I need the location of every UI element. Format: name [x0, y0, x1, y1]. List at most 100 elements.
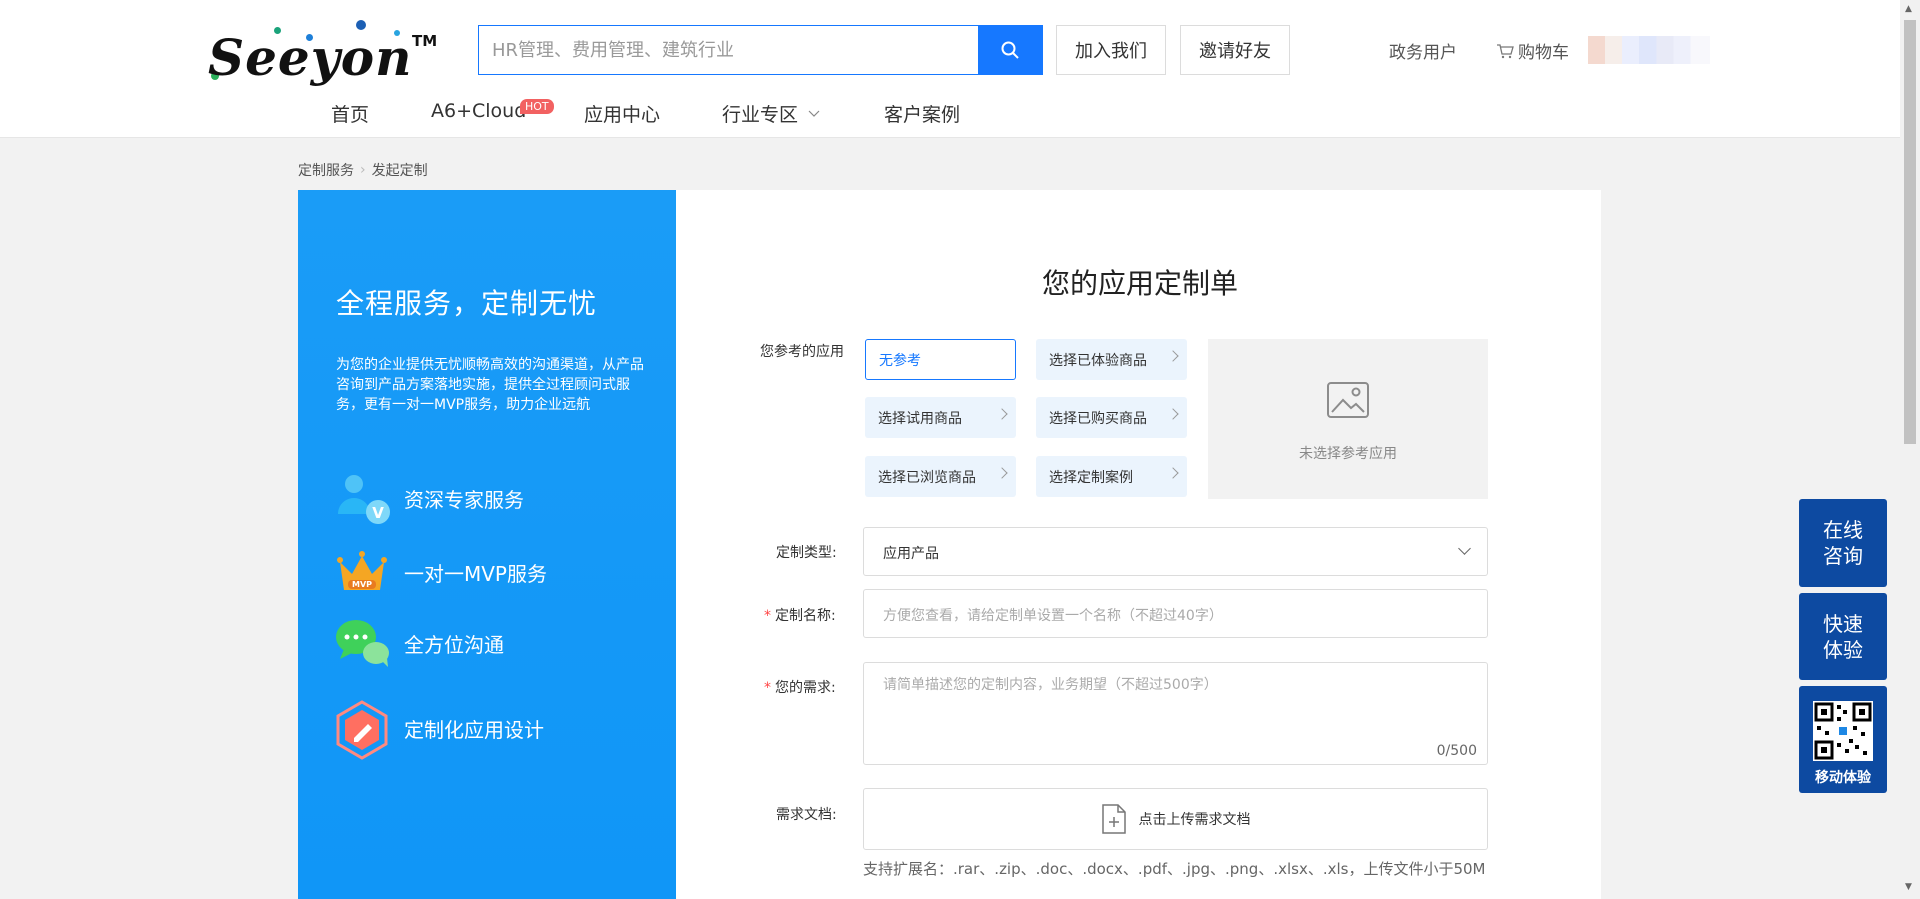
svg-text:V: V [372, 504, 384, 522]
required-mark: * [764, 680, 771, 696]
feature-mvp: MVP 一对一MVP服务 [334, 544, 547, 600]
gov-user-label: 政务用户 [1389, 43, 1457, 63]
chat-bubbles-icon [334, 615, 390, 671]
feature-expert: V 资深专家服务 [334, 470, 524, 526]
preview-empty-text: 未选择参考应用 [1299, 446, 1397, 462]
form-title: 您的应用定制单 [1042, 267, 1239, 300]
ref-option-purchased-label: 选择已购买商品 [1049, 410, 1147, 427]
ref-option-none[interactable]: 无参考 [865, 339, 1016, 380]
crown-mvp-icon: MVP [334, 544, 390, 600]
chevron-right-icon: › [360, 162, 366, 178]
image-placeholder-icon [1327, 382, 1369, 418]
type-select[interactable]: 应用产品 [863, 527, 1488, 576]
need-textarea-placeholder: 请简单描述您的定制内容，业务期望（不超过500字） [883, 677, 1218, 693]
service-intro-panel: 全程服务，定制无忧 为您的企业提供无忧顺畅高效的沟通渠道，从产品咨询到产品方案落… [298, 190, 676, 899]
ref-option-trial-label: 选择试用商品 [878, 410, 962, 427]
ref-option-cases[interactable]: 选择定制案例 [1036, 456, 1187, 497]
name-input[interactable]: 方便您查看，请给定制单设置一个名称（不超过40字） [863, 589, 1488, 638]
invite-friends-button[interactable]: 邀请好友 [1180, 25, 1290, 75]
doc-label: 需求文档: [776, 807, 837, 823]
design-hexagon-icon [334, 700, 390, 760]
ref-option-purchased[interactable]: 选择已购买商品 [1036, 397, 1187, 438]
chevron-right-icon [1167, 350, 1179, 362]
feature-design: 定制化应用设计 [334, 700, 544, 760]
search-button[interactable] [978, 26, 1042, 74]
chevron-down-icon [1458, 542, 1471, 555]
hot-badge: HOT [520, 99, 554, 114]
upload-doc-area[interactable]: 点击上传需求文档 [863, 788, 1488, 850]
type-label: 定制类型: [776, 545, 837, 561]
breadcrumb-custom-service[interactable]: 定制服务 [298, 160, 354, 180]
required-mark: * [764, 608, 771, 624]
join-us-button[interactable]: 加入我们 [1056, 25, 1166, 75]
ref-option-browsed-label: 选择已浏览商品 [878, 469, 976, 486]
ref-app-label: 您参考的应用 [760, 344, 844, 360]
feature-mvp-label: 一对一MVP服务 [404, 561, 547, 586]
cart-icon [1497, 43, 1514, 58]
upload-doc-text: 点击上传需求文档 [1138, 812, 1251, 828]
logo-trademark: TM [412, 32, 438, 50]
feature-expert-label: 资深专家服务 [404, 487, 524, 512]
ref-option-experienced[interactable]: 选择已体验商品 [1036, 339, 1187, 380]
scrollbar-thumb[interactable] [1904, 20, 1916, 444]
upload-hint: 支持扩展名：.rar、.zip、.doc、.docx、.pdf、.jpg、.pn… [863, 860, 1486, 878]
user-avatar[interactable] [1588, 36, 1710, 64]
nav-item-cases[interactable]: 客户案例 [884, 100, 960, 127]
cart-label: 购物车 [1518, 43, 1569, 63]
custom-order-form: 您的应用定制单 您参考的应用 无参考 选择已体验商品 选择试用商品 选择已购买商… [676, 190, 1601, 899]
gov-user-link[interactable]: 政务用户 [1389, 38, 1457, 63]
scroll-up-icon[interactable]: ▲ [1905, 4, 1912, 14]
mobile-experience-button[interactable]: 移动体验 [1799, 686, 1887, 793]
svg-text:MVP: MVP [352, 580, 372, 589]
search-icon [1001, 41, 1019, 59]
seeyon-logo[interactable]: Seeyon TM [208, 18, 438, 87]
online-consult-line1: 在线 [1823, 518, 1863, 542]
name-label: * 定制名称: [764, 605, 836, 625]
panel-description: 为您的企业提供无忧顺畅高效的沟通渠道，从产品咨询到产品方案落地实施，提供全过程顾… [336, 357, 644, 413]
nav-item-app-center[interactable]: 应用中心 [584, 100, 660, 127]
online-consult-line2: 咨询 [1823, 544, 1863, 568]
type-select-value: 应用产品 [883, 546, 939, 562]
quick-experience-button[interactable]: 快速 体验 [1799, 593, 1887, 680]
chevron-right-icon [1167, 408, 1179, 420]
chevron-down-icon [808, 110, 820, 117]
expert-icon: V [334, 470, 390, 526]
breadcrumb: 定制服务 › 发起定制 [298, 160, 428, 180]
ref-option-trial[interactable]: 选择试用商品 [865, 397, 1016, 438]
file-add-icon [1101, 804, 1126, 834]
nav-item-home[interactable]: 首页 [331, 100, 369, 127]
qr-code-icon [1813, 700, 1873, 761]
name-input-placeholder: 方便您查看，请给定制单设置一个名称（不超过40字） [883, 608, 1223, 624]
page-scrollbar[interactable]: ▲ ▼ [1900, 0, 1920, 899]
feature-design-label: 定制化应用设计 [404, 717, 544, 742]
feature-communication: 全方位沟通 [334, 615, 504, 671]
feature-communication-label: 全方位沟通 [404, 632, 504, 657]
breadcrumb-start-custom: 发起定制 [371, 163, 428, 179]
ref-option-experienced-label: 选择已体验商品 [1049, 352, 1147, 369]
site-header: Seeyon TM 加入我们 邀请好友 政务用户 购物车 首页 A6+Cloud… [0, 0, 1900, 138]
chevron-right-icon [996, 467, 1008, 479]
name-label-text: 定制名称: [775, 608, 836, 624]
char-counter: 0/500 [1436, 743, 1477, 759]
chevron-right-icon [996, 408, 1008, 420]
ref-option-none-label: 无参考 [879, 352, 921, 369]
mobile-experience-label: 移动体验 [1815, 769, 1871, 786]
quick-experience-line2: 体验 [1823, 637, 1863, 662]
chevron-right-icon [1167, 467, 1179, 479]
scroll-down-icon[interactable]: ▼ [1905, 882, 1912, 892]
ref-option-cases-label: 选择定制案例 [1049, 469, 1133, 486]
online-consult-button[interactable]: 在线 咨询 [1799, 499, 1887, 587]
panel-title: 全程服务，定制无忧 [336, 287, 598, 320]
nav-item-a6cloud[interactable]: A6+Cloud [431, 100, 526, 122]
cart-link[interactable]: 购物车 [1496, 38, 1569, 63]
nav-industry-label: 行业专区 [722, 104, 799, 126]
search-input[interactable] [479, 26, 979, 74]
need-textarea[interactable]: 请简单描述您的定制内容，业务期望（不超过500字） 0/500 [863, 662, 1488, 765]
quick-experience-line1: 快速 [1823, 611, 1863, 636]
need-label: * 您的需求: [764, 677, 836, 697]
need-label-text: 您的需求: [775, 680, 836, 696]
ref-app-preview: 未选择参考应用 [1208, 339, 1488, 499]
nav-item-industry[interactable]: 行业专区 [722, 100, 820, 127]
ref-option-browsed[interactable]: 选择已浏览商品 [865, 456, 1016, 497]
logo-wordmark: Seeyon [208, 28, 413, 87]
